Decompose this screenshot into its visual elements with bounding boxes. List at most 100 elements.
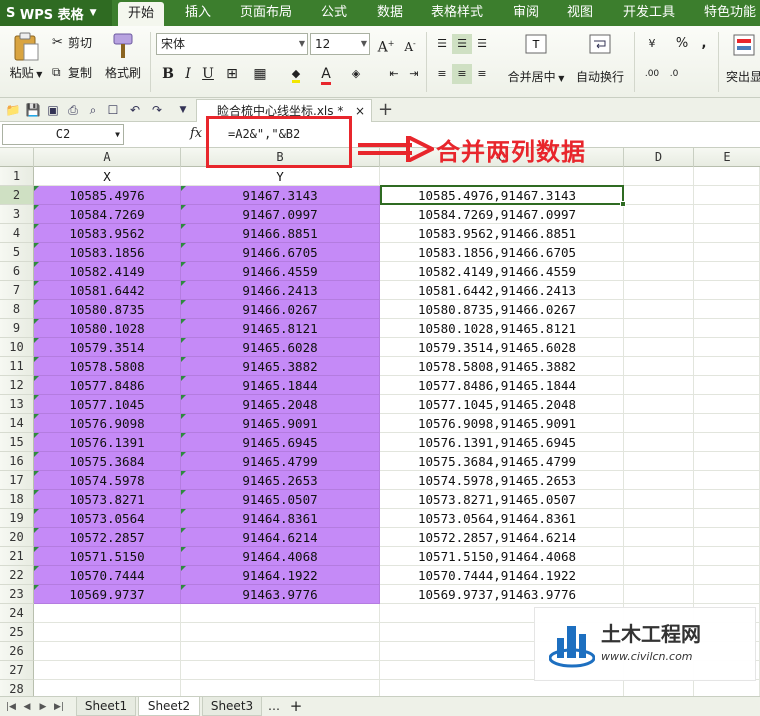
increase-font-button[interactable]: A+ (376, 34, 396, 56)
indent-increase-icon[interactable]: ⇥ (404, 64, 424, 84)
align-middle-icon[interactable]: ☰ (452, 34, 472, 54)
row-header[interactable]: 16 (0, 452, 34, 471)
table-cell[interactable] (694, 205, 760, 224)
table-cell[interactable]: 91464.8361 (181, 509, 380, 528)
table-cell[interactable]: 10579.3514 (34, 338, 181, 357)
table-cell[interactable] (694, 490, 760, 509)
align-bottom-icon[interactable]: ☰ (472, 34, 492, 54)
spellcheck-icon[interactable]: ☐ (104, 101, 122, 119)
table-cell[interactable]: 10578.5808 (34, 357, 181, 376)
table-cell[interactable]: 91466.2413 (181, 281, 380, 300)
table-cell[interactable] (624, 471, 694, 490)
table-cell[interactable] (694, 509, 760, 528)
table-cell[interactable] (694, 186, 760, 205)
decrease-font-button[interactable]: A- (400, 34, 420, 54)
indent-decrease-icon[interactable]: ⇤ (384, 64, 404, 84)
table-cell[interactable] (694, 224, 760, 243)
tab-special-features[interactable]: 特色功能 (700, 0, 760, 26)
table-cell[interactable]: 10573.8271,91465.0507 (380, 490, 624, 509)
table-cell[interactable]: 10582.4149,91466.4559 (380, 262, 624, 281)
column-header-a[interactable]: A (34, 148, 181, 167)
table-cell[interactable] (694, 452, 760, 471)
app-menu-button[interactable]: S WPS 表格 ▼ (0, 0, 112, 26)
row-header[interactable]: 18 (0, 490, 34, 509)
save-icon[interactable]: 💾 (24, 101, 42, 119)
table-cell[interactable] (694, 357, 760, 376)
table-cell[interactable] (181, 623, 380, 642)
table-cell[interactable] (624, 680, 694, 696)
table-cell[interactable] (694, 395, 760, 414)
table-cell[interactable] (34, 642, 181, 661)
table-cell[interactable]: 10576.9098 (34, 414, 181, 433)
row-header[interactable]: 22 (0, 566, 34, 585)
italic-button[interactable]: I (178, 64, 198, 84)
percent-button[interactable]: % (672, 34, 692, 54)
table-cell[interactable]: 10569.9737 (34, 585, 181, 604)
export-pdf-icon[interactable]: ▣ (44, 101, 62, 119)
table-cell[interactable]: 91465.1844 (181, 376, 380, 395)
table-cell[interactable] (694, 471, 760, 490)
table-cell[interactable]: 10575.3684 (34, 452, 181, 471)
print-preview-icon[interactable]: ⌕ (84, 101, 102, 119)
sheet-tab-sheet3[interactable]: Sheet3 (202, 697, 262, 716)
row-header[interactable]: 13 (0, 395, 34, 414)
table-cell[interactable] (694, 281, 760, 300)
table-cell[interactable]: 91465.8121 (181, 319, 380, 338)
row-header[interactable]: 28 (0, 680, 34, 696)
clear-format-icon[interactable]: ◈ (346, 64, 366, 84)
table-cell[interactable]: 91465.2048 (181, 395, 380, 414)
table-cell[interactable]: 91465.6028 (181, 338, 380, 357)
table-cell[interactable]: 10583.9562 (34, 224, 181, 243)
table-cell[interactable]: 91465.4799 (181, 452, 380, 471)
table-cell[interactable] (624, 262, 694, 281)
table-cell[interactable] (181, 604, 380, 623)
table-cell[interactable]: 91467.0997 (181, 205, 380, 224)
table-cell[interactable]: 91465.6945 (181, 433, 380, 452)
tab-data[interactable]: 数据 (372, 0, 408, 26)
table-cell[interactable] (380, 680, 624, 696)
row-header[interactable]: 2 (0, 186, 34, 205)
row-header[interactable]: 1 (0, 167, 34, 186)
column-header-e[interactable]: E (694, 148, 760, 167)
open-folder-icon[interactable]: 📁 (4, 101, 22, 119)
chevron-down-icon[interactable]: ▼ (174, 101, 192, 119)
table-cell[interactable] (694, 262, 760, 281)
table-cell[interactable] (624, 433, 694, 452)
table-cell[interactable] (624, 414, 694, 433)
tab-view[interactable]: 视图 (562, 0, 598, 26)
decrease-decimal-icon[interactable]: .0 (664, 64, 684, 84)
table-cell[interactable]: 10569.9737,91463.9776 (380, 585, 624, 604)
table-cell[interactable] (624, 357, 694, 376)
table-cell[interactable]: Y (181, 167, 380, 186)
table-cell[interactable] (624, 281, 694, 300)
table-cell[interactable] (694, 338, 760, 357)
align-left-icon[interactable]: ≡ (432, 64, 452, 84)
name-box[interactable]: C2 ▼ (2, 124, 124, 145)
table-cell[interactable]: 91466.0267 (181, 300, 380, 319)
align-top-icon[interactable]: ☰ (432, 34, 452, 54)
table-cell[interactable]: 10583.1856,91466.6705 (380, 243, 624, 262)
table-cell[interactable]: 10572.2857 (34, 528, 181, 547)
borders-icon[interactable]: ⊞ (222, 64, 242, 84)
table-cell[interactable] (34, 623, 181, 642)
table-cell[interactable] (34, 604, 181, 623)
table-cell[interactable] (624, 224, 694, 243)
table-cell[interactable]: 10585.4976 (34, 186, 181, 205)
font-size-select[interactable]: 12 ▼ (310, 33, 370, 55)
row-header[interactable]: 7 (0, 281, 34, 300)
table-cell[interactable] (694, 585, 760, 604)
conditional-format-button[interactable]: 突出显 (724, 32, 760, 94)
table-cell[interactable]: 10585.4976,91467.3143 (380, 186, 624, 205)
table-cell[interactable] (624, 376, 694, 395)
function-icon[interactable]: fx (190, 126, 202, 141)
table-cell[interactable]: 10581.6442 (34, 281, 181, 300)
table-cell[interactable]: 10574.5978 (34, 471, 181, 490)
table-cell[interactable] (181, 661, 380, 680)
table-cell[interactable]: 10573.0564,91464.8361 (380, 509, 624, 528)
column-header-d[interactable]: D (624, 148, 694, 167)
table-cell[interactable] (380, 167, 624, 186)
undo-icon[interactable]: ↶ (126, 101, 144, 119)
table-cell[interactable]: 91463.9776 (181, 585, 380, 604)
fill-color-icon[interactable]: ◆ (286, 64, 306, 84)
table-cell[interactable] (694, 376, 760, 395)
